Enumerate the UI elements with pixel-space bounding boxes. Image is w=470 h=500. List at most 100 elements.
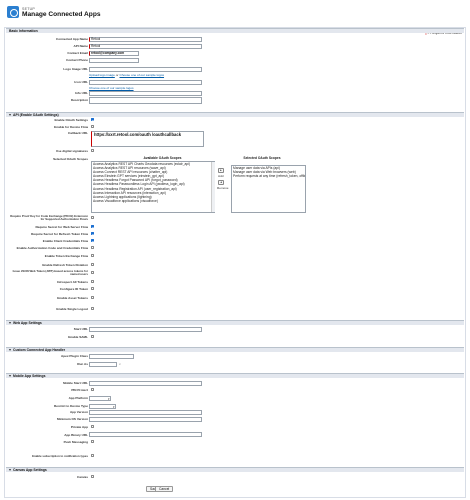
device-flow-label: Enable for Device Flow (54, 125, 88, 129)
collapse-triangle-icon[interactable] (9, 375, 11, 378)
enable-saml-label: Enable SAML (68, 335, 88, 339)
apex-plugin-input[interactable] (89, 354, 134, 359)
start-url-input[interactable] (89, 327, 202, 332)
refresh-rotation-checkbox[interactable] (91, 263, 95, 267)
canvas-checkbox[interactable] (91, 475, 95, 479)
icon-url-label: Icon URL (74, 80, 88, 84)
arrow-left-icon: ◂ (220, 180, 222, 184)
selected-scopes-label: Selected OAuth Scopes (53, 157, 88, 161)
pkce-checkbox[interactable] (91, 216, 95, 220)
available-scopes-title: Available OAuth Scopes (143, 156, 182, 160)
section-custom-handler: Custom Connected App Handler (6, 347, 464, 352)
contact-email-input[interactable]: retool@company.com (89, 51, 139, 56)
push-messaging-checkbox[interactable] (91, 440, 95, 444)
device-type-select[interactable] (89, 404, 116, 409)
app-platform-select[interactable] (89, 396, 111, 401)
info-url-label: Info URL (75, 91, 88, 95)
introspect-tokens-checkbox[interactable] (91, 280, 95, 284)
section-basic-information: Basic Information (6, 28, 464, 33)
start-url-label: Start URL (73, 327, 88, 331)
secret-web-server-checkbox[interactable] (91, 225, 95, 229)
notification-types-label: Enable subscription to notification type… (32, 454, 88, 458)
contact-email-label: Contact Email (67, 51, 88, 55)
api-name-input[interactable]: Retool (89, 44, 202, 49)
secret-refresh-checkbox[interactable] (91, 232, 95, 236)
selected-scopes-list[interactable]: Manage user data via APIs (api) Manage u… (231, 165, 306, 213)
setup-gear-icon (7, 6, 19, 18)
refresh-rotation-label: Enable Refresh Token Rotation (42, 263, 88, 267)
device-type-label: Restrict to Device Type (54, 404, 88, 408)
min-os-version-label: Minimum OS Version (57, 417, 88, 421)
pkce-label: Require Proof Key for Code Exchange (PKC… (10, 214, 88, 222)
remove-scope-button[interactable]: ◂ (218, 180, 224, 185)
enable-oauth-label: Enable OAuth Settings (54, 118, 88, 122)
connected-app-name-label: Connected App Name (55, 37, 88, 41)
jwt-tokens-label: Issue JSON Web Token (JWT)-based access … (12, 269, 88, 277)
client-credentials-label: Enable Client Credentials Flow (42, 239, 88, 243)
introspect-tokens-label: Introspect All Tokens (56, 280, 88, 284)
notification-types-checkbox[interactable] (91, 454, 95, 458)
callback-url-label: Callback URL (68, 131, 88, 135)
pin-protect-checkbox[interactable] (91, 388, 95, 392)
collapse-triangle-icon[interactable] (9, 349, 11, 352)
callback-url-textarea[interactable]: https://xxrt.retool.com/oauth /oauthcall… (91, 131, 204, 147)
asset-tokens-checkbox[interactable] (91, 296, 95, 300)
list-item[interactable]: Perform requests at any time (refresh_to… (233, 174, 305, 178)
upload-logo-link[interactable]: Upload logo image (89, 73, 115, 77)
page-header: SETUP Manage Connected Apps (0, 0, 470, 26)
secret-web-server-label: Require Secret for Web Server Flow (35, 225, 88, 229)
client-credentials-checkbox[interactable] (91, 239, 95, 243)
remove-label: Remove (217, 186, 229, 190)
available-scopes-scrollbar[interactable] (211, 162, 215, 212)
mobile-start-url-label: Mobile Start URL (63, 381, 88, 385)
cancel-button[interactable]: Cancel (155, 486, 174, 492)
pin-protect-label: PIN Protect (71, 388, 88, 392)
private-app-checkbox[interactable] (91, 425, 95, 429)
section-mobile-app-settings: Mobile App Settings (6, 373, 464, 378)
icon-url-input[interactable] (89, 80, 202, 85)
arrow-right-icon: ▸ (220, 168, 222, 172)
collapse-triangle-icon[interactable] (9, 469, 11, 472)
asset-tokens-label: Enable Asset Tokens (57, 296, 88, 300)
contact-phone-label: Contact Phone (66, 58, 88, 62)
enable-oauth-checkbox[interactable] (91, 118, 95, 122)
available-scopes-list[interactable]: Access Analytics REST API Charts Geodata… (91, 161, 215, 213)
description-label: Description (70, 98, 88, 102)
logo-image-url-input[interactable] (89, 67, 202, 72)
contact-phone-input[interactable] (89, 58, 139, 63)
jwt-tokens-checkbox[interactable] (91, 271, 95, 275)
single-logout-checkbox[interactable] (91, 307, 95, 311)
canvas-label: Canvas (76, 475, 88, 479)
api-name-label: API Name (73, 44, 88, 48)
app-binary-url-input[interactable] (89, 432, 202, 437)
run-as-input[interactable] (89, 362, 117, 367)
device-flow-checkbox[interactable] (91, 125, 95, 129)
info-url-input[interactable] (89, 91, 202, 96)
logo-links: Upload logo image or Choose one of our s… (89, 73, 164, 77)
digital-signatures-label: Use digital signatures (55, 149, 88, 153)
mobile-start-url-input[interactable] (89, 381, 202, 386)
add-scope-button[interactable]: ▸ (218, 168, 224, 173)
collapse-triangle-icon[interactable] (9, 322, 11, 325)
collapse-triangle-icon[interactable] (9, 114, 11, 117)
lookup-icon[interactable]: ⌕ (119, 362, 121, 366)
token-exchange-checkbox[interactable] (91, 254, 95, 258)
app-version-input[interactable] (89, 410, 202, 415)
single-logout-label: Enable Single Logout (56, 307, 88, 311)
digital-signatures-checkbox[interactable] (91, 149, 95, 153)
secret-refresh-label: Require Secret for Refresh Token Flow (31, 232, 88, 236)
sample-logos-link[interactable]: Choose one of our sample logos (119, 73, 164, 77)
auth-code-credentials-checkbox[interactable] (91, 246, 95, 250)
min-os-version-input[interactable] (89, 417, 202, 422)
page-title: Manage Connected Apps (22, 11, 101, 18)
run-as-label: Run As (77, 362, 88, 366)
sample-icons-link[interactable]: Choose one of our sample logos (89, 86, 134, 90)
section-web-app-settings: Web App Settings (6, 320, 464, 325)
push-messaging-label: Push Messaging (63, 440, 88, 444)
connected-app-name-input[interactable]: Retool (89, 37, 202, 42)
list-item[interactable]: Access Visualforce applications (visualf… (93, 199, 213, 203)
auth-code-credentials-label: Enable Authorization Code and Credential… (16, 246, 88, 250)
configure-id-token-checkbox[interactable] (91, 287, 95, 291)
description-textarea[interactable] (89, 97, 202, 104)
enable-saml-checkbox[interactable] (91, 335, 95, 339)
